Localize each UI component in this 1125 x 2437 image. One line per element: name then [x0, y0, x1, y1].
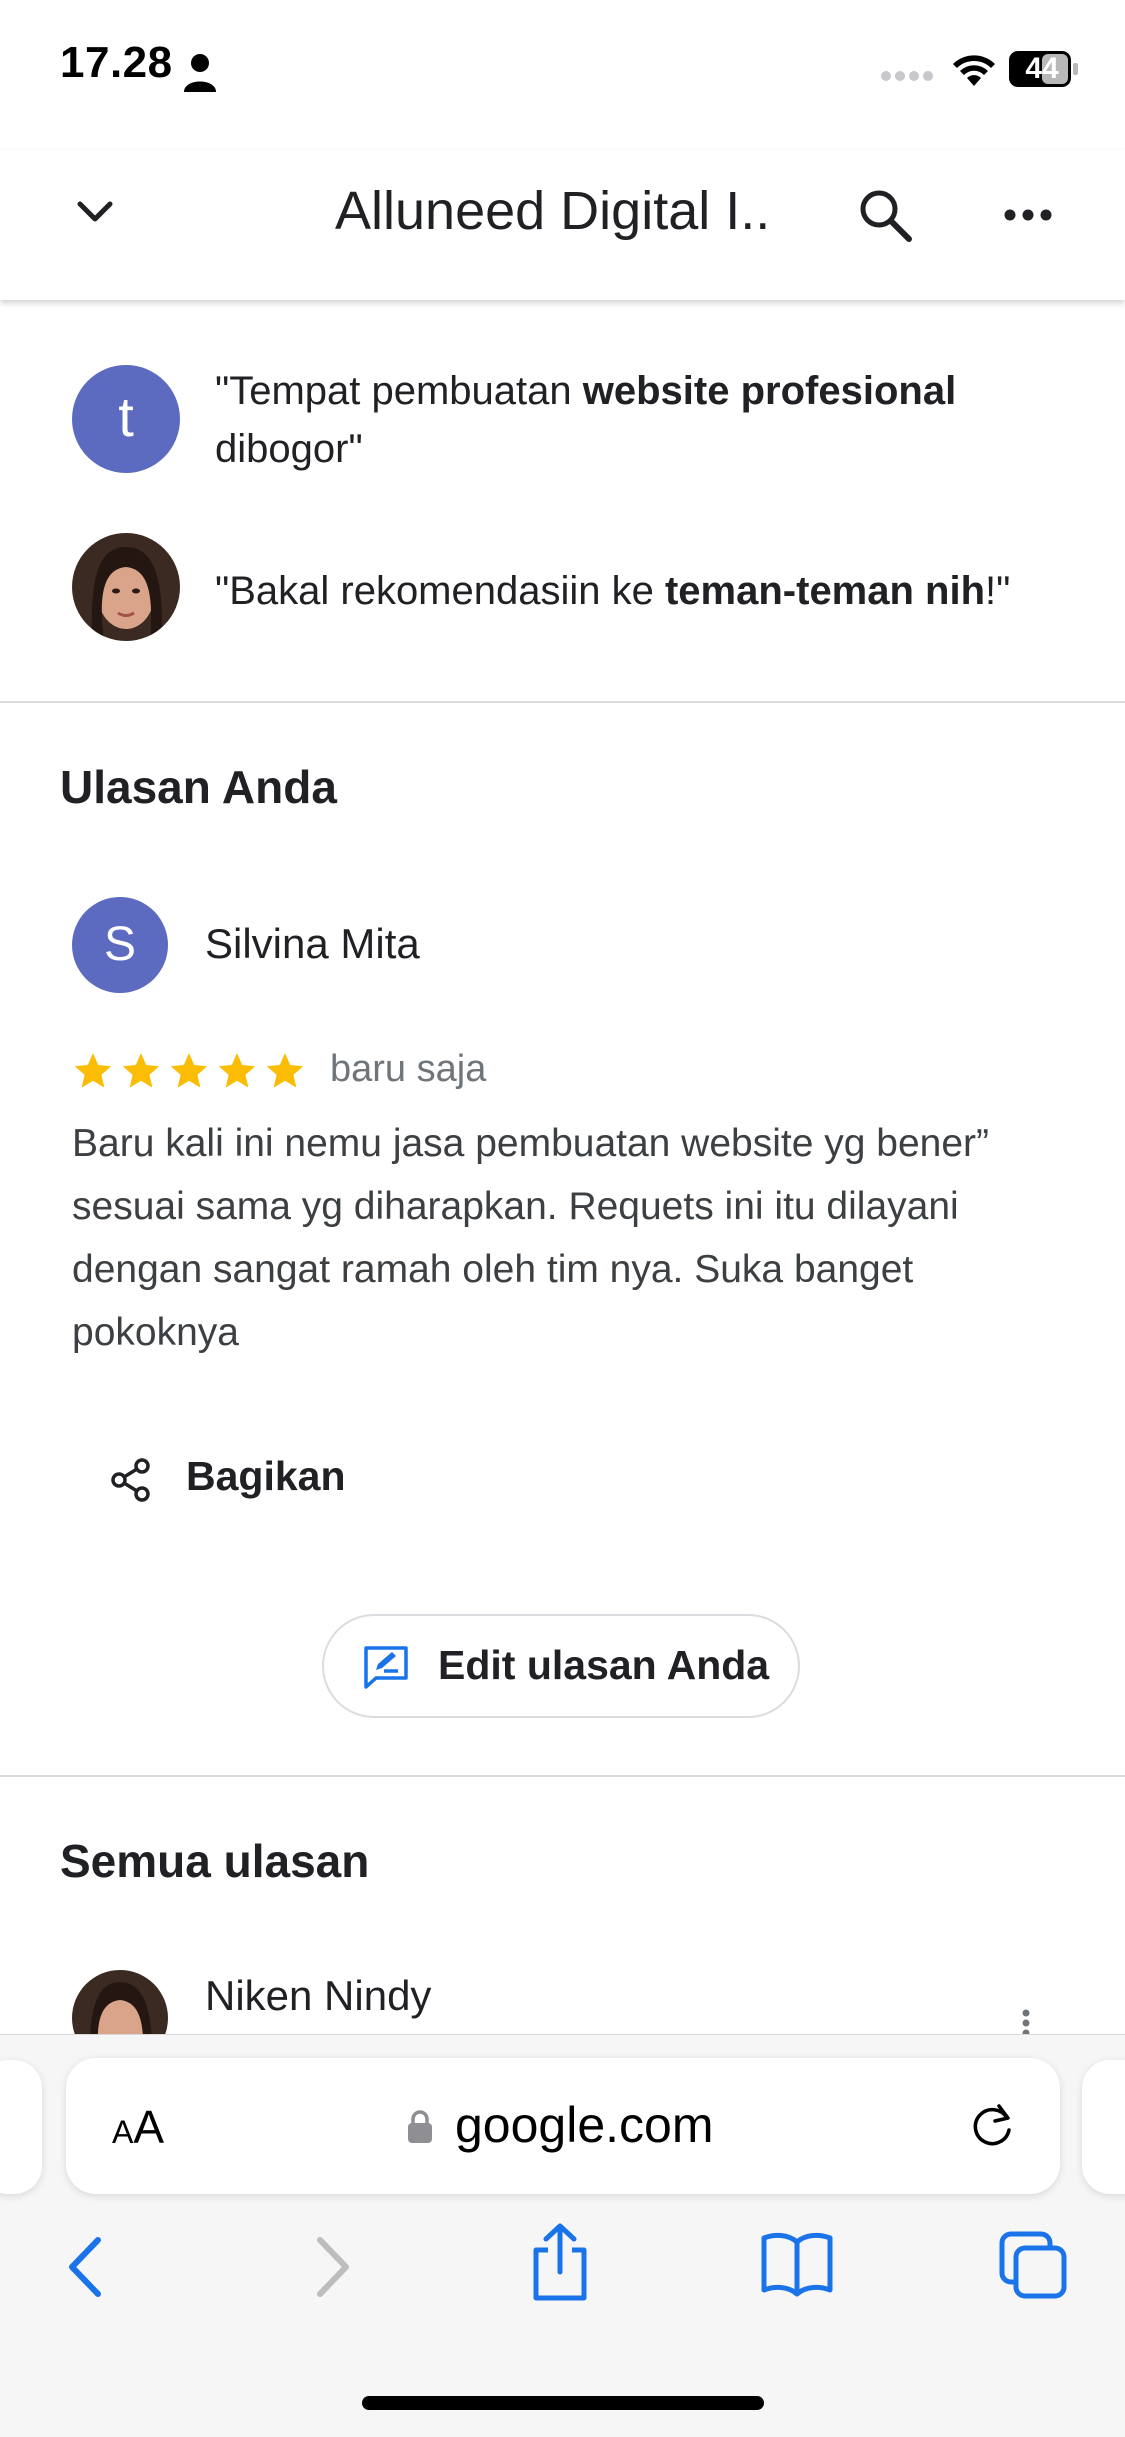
star-icon [266, 1053, 304, 1088]
status-time: 17.28 [60, 38, 173, 87]
star-icon [122, 1053, 160, 1088]
star-icon [74, 1053, 112, 1088]
reviewer-name[interactable]: Niken Nindy [205, 1972, 431, 2020]
more-options-icon[interactable] [1000, 200, 1060, 230]
lock-icon [408, 2110, 432, 2143]
edit-review-label: Edit ulasan Anda [438, 1642, 770, 1688]
snippet-text: "Bakal rekomendasiin ke [215, 569, 665, 613]
divider [0, 1775, 1125, 1777]
review-snippet[interactable]: "Bakal rekomendasiin ke teman-teman nih!… [215, 562, 1095, 620]
section-title-your-review: Ulasan Anda [60, 761, 337, 813]
star-icon [218, 1053, 256, 1088]
home-indicator [362, 2396, 764, 2410]
previous-tab-preview[interactable] [0, 2060, 42, 2194]
share-icon[interactable] [110, 1458, 152, 1502]
avatar: t [72, 365, 180, 473]
snippet-highlight: website profesional [582, 369, 957, 413]
reviewer-name[interactable]: Silvina Mita [205, 920, 420, 968]
snippet-text: "Tempat pembuatan [215, 369, 583, 413]
aa-small: A [112, 2114, 134, 2150]
url-text[interactable]: google.com [455, 2096, 714, 2154]
star-rating [72, 1050, 306, 1092]
battery-level: 44 [1025, 52, 1059, 85]
star-icon [170, 1053, 208, 1088]
next-tab-preview[interactable] [1082, 2060, 1125, 2194]
chevron-down-icon[interactable] [70, 192, 120, 234]
reload-icon[interactable] [966, 2100, 1018, 2152]
aa-large: A [133, 2101, 165, 2153]
reader-settings-button[interactable]: AA [112, 2100, 164, 2154]
snippet-highlight: teman-teman nih [664, 569, 986, 613]
person-icon [184, 54, 216, 92]
review-snippet[interactable]: "Tempat pembuatan website profesional di… [215, 362, 1065, 478]
cellular-signal-icon [881, 71, 933, 81]
share-button[interactable]: Bagikan [186, 1453, 346, 1500]
bookmarks-icon[interactable] [760, 2228, 834, 2298]
forward-icon[interactable] [308, 2232, 356, 2302]
edit-review-icon [364, 1646, 408, 1689]
search-icon[interactable] [855, 185, 915, 245]
review-text: Baru kali ini nemu jasa pembuatan websit… [72, 1122, 990, 1354]
share-sheet-icon[interactable] [528, 2222, 592, 2302]
divider [0, 701, 1125, 703]
snippet-text: dibogor" [215, 427, 363, 471]
review-timestamp: baru saja [330, 1048, 487, 1090]
back-icon[interactable] [62, 2232, 110, 2302]
wifi-icon [953, 55, 995, 86]
tabs-icon[interactable] [998, 2230, 1070, 2300]
section-title-all-reviews: Semua ulasan [60, 1835, 370, 1887]
avatar: S [72, 897, 168, 993]
avatar-photo [72, 533, 180, 641]
page-title: Alluneed Digital I... [335, 181, 775, 241]
snippet-text: !" [985, 569, 1011, 613]
